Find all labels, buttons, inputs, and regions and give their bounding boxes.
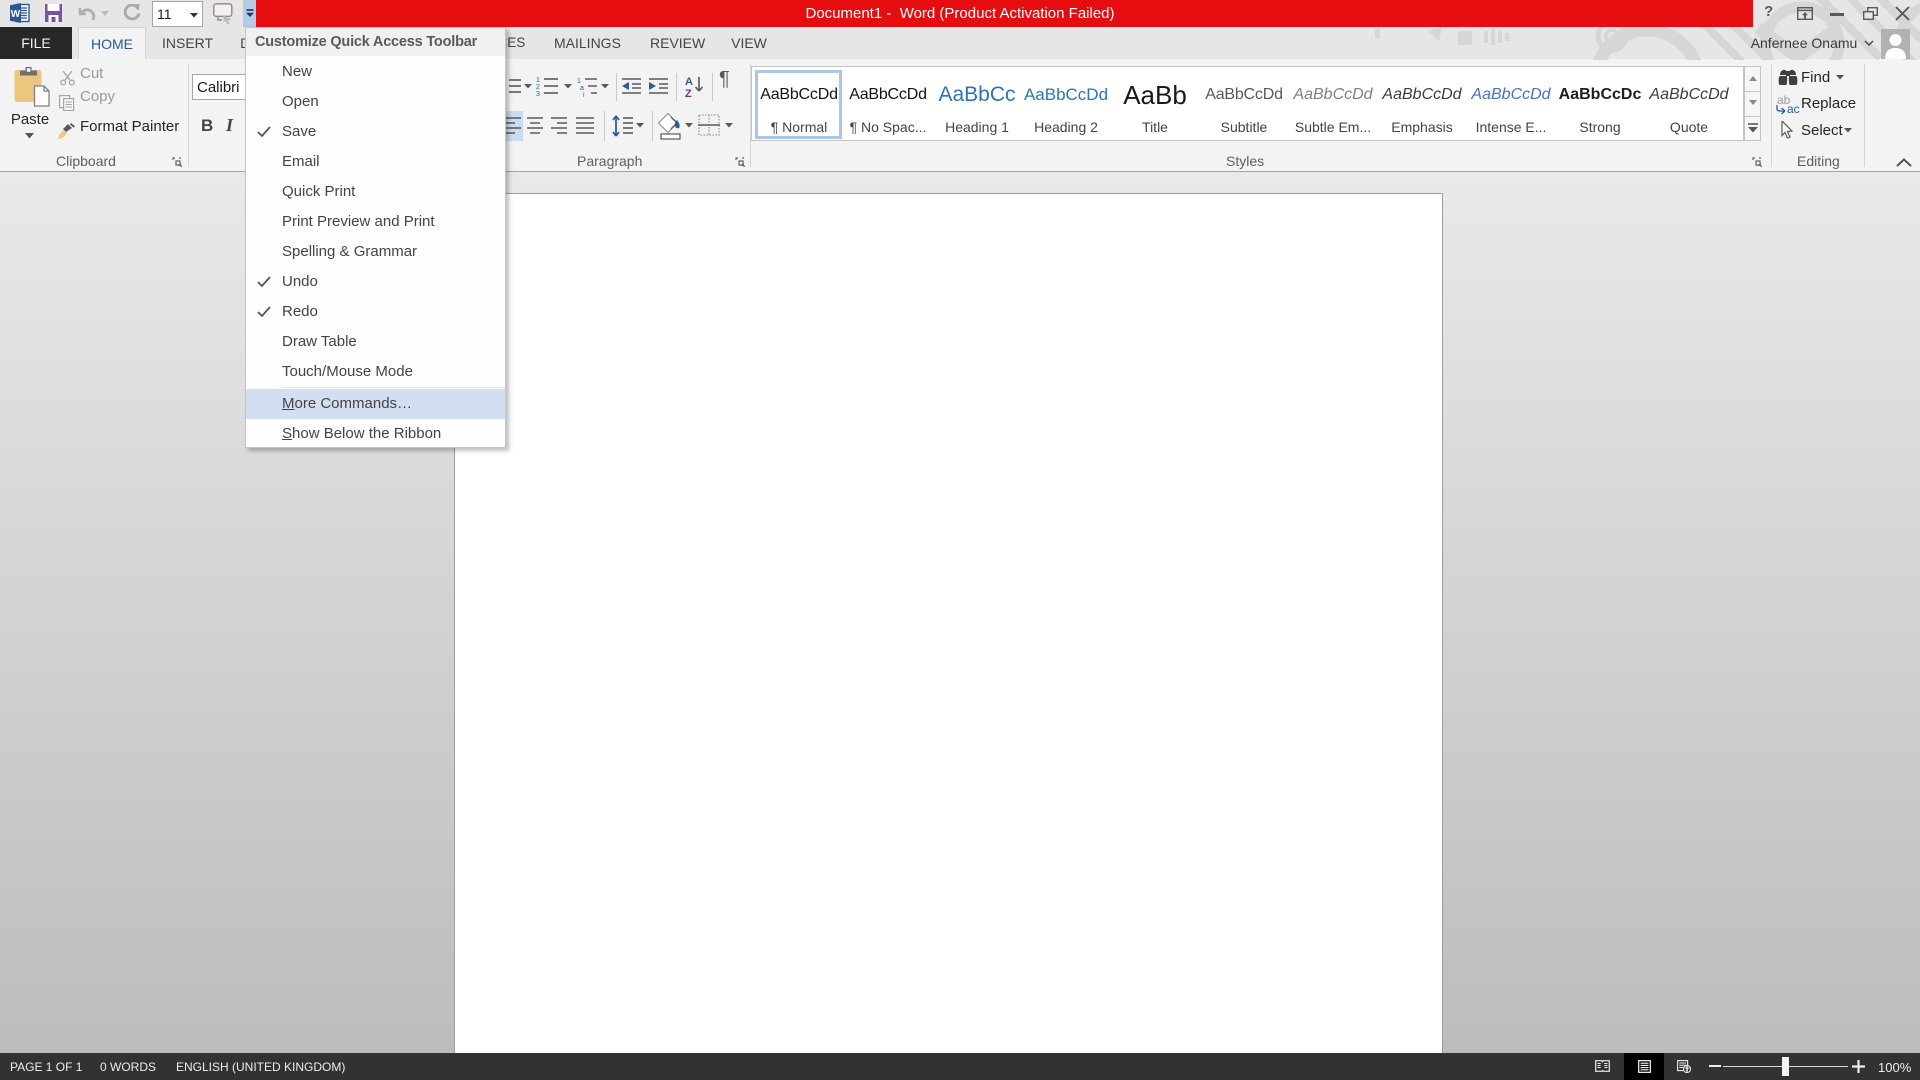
svg-text:1: 1 — [536, 77, 540, 84]
svg-text:Z: Z — [685, 88, 692, 98]
svg-text:A: A — [685, 76, 693, 88]
svg-text:i: i — [583, 92, 585, 97]
svg-text:3: 3 — [536, 91, 540, 97]
svg-text:a: a — [580, 85, 584, 92]
svg-text:W: W — [11, 9, 21, 20]
svg-text:1: 1 — [577, 78, 581, 85]
svg-text:2: 2 — [536, 84, 540, 91]
